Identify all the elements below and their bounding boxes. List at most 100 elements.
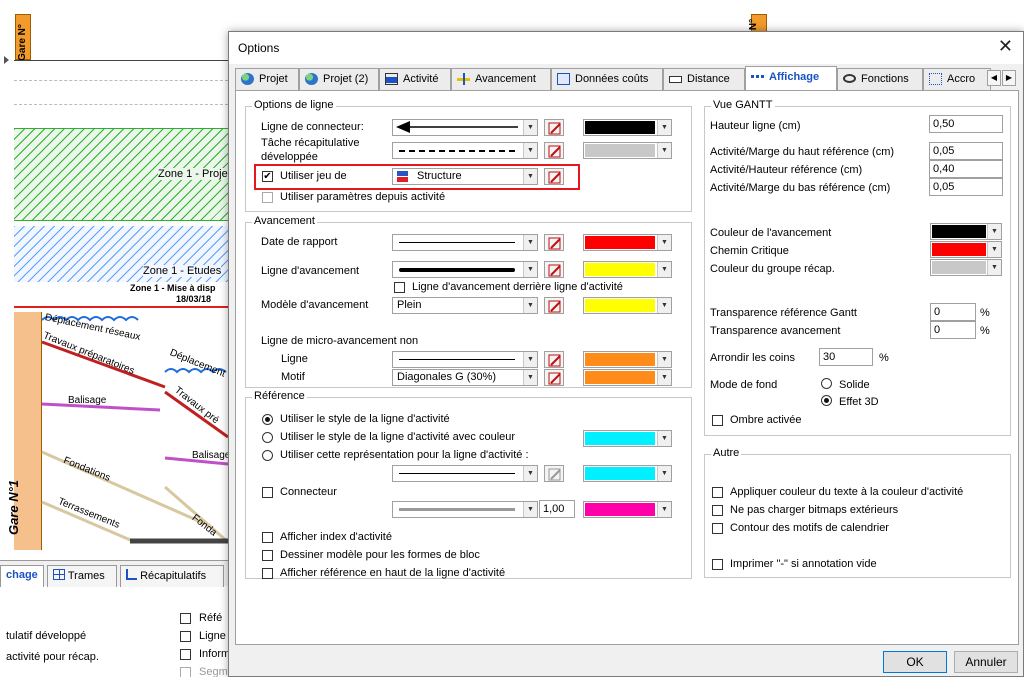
edit-micro-motif-button[interactable] xyxy=(544,369,564,386)
ligne-avancement-dropdown[interactable]: ▼ xyxy=(392,261,538,278)
chevron-down-icon: ▼ xyxy=(523,169,537,184)
edit-icon xyxy=(548,237,561,250)
tab-avancement[interactable]: Avancement xyxy=(451,68,551,91)
label-connecteur: Ligne de connecteur: xyxy=(261,121,364,133)
solide-radio[interactable] xyxy=(821,378,832,389)
derriere-checkbox[interactable] xyxy=(394,282,405,293)
hauteur-ref-input[interactable]: 0,40 xyxy=(929,160,1003,178)
cancel-button[interactable]: Annuler xyxy=(954,651,1018,673)
transp-av-input[interactable]: 0 xyxy=(930,321,976,339)
hierarchy-icon xyxy=(126,569,137,580)
tab-fonctions[interactable]: Fonctions xyxy=(837,68,923,91)
color-swatch xyxy=(585,371,655,384)
edit-reference-button[interactable] xyxy=(544,465,564,482)
edit-micro-ligne-button[interactable] xyxy=(544,351,564,368)
chemin-critique-dropdown[interactable]: ▼ xyxy=(930,241,1002,258)
reference-style-couleur-radio[interactable] xyxy=(262,432,273,443)
edit-modele-button[interactable] xyxy=(544,297,564,314)
edit-icon xyxy=(548,468,561,481)
connecteur-color-dropdown[interactable]: ▼ xyxy=(583,119,672,136)
micro-motif-color-dropdown[interactable]: ▼ xyxy=(583,369,672,386)
index-activite-checkbox[interactable] xyxy=(262,532,273,543)
tache-recap-line-dropdown[interactable]: ▼ xyxy=(392,142,538,159)
tache-recap-color-dropdown[interactable]: ▼ xyxy=(583,142,672,159)
contour-checkbox[interactable] xyxy=(712,523,723,534)
cost-icon xyxy=(557,73,570,85)
tab-projet[interactable]: Projet xyxy=(235,68,299,91)
label-tache-recap: Tâche récapitulative xyxy=(261,137,360,149)
reference-representation-radio[interactable] xyxy=(262,450,273,461)
jeu-dropdown[interactable]: Structure ▼ xyxy=(392,168,538,185)
dessiner-modele-checkbox[interactable] xyxy=(262,550,273,561)
edit-ligne-avancement-button[interactable] xyxy=(544,261,564,278)
edit-jeu-button[interactable] xyxy=(544,168,564,185)
tab-donnees-couts[interactable]: Données coûts xyxy=(551,68,663,91)
reference-couleur-color-dropdown[interactable]: ▼ xyxy=(583,430,672,447)
color-swatch xyxy=(585,299,655,312)
ok-button[interactable]: OK xyxy=(883,651,947,673)
reference-line-color-dropdown[interactable]: ▼ xyxy=(583,465,672,482)
edit-icon xyxy=(548,171,561,184)
micro-ligne-color-dropdown[interactable]: ▼ xyxy=(583,351,672,368)
activity-label: Balisage xyxy=(192,450,231,461)
edit-date-rapport-button[interactable] xyxy=(544,234,564,251)
label-hauteur-ligne: Hauteur ligne (cm) xyxy=(710,120,801,132)
tab-affichage-bg[interactable]: chage xyxy=(0,565,44,587)
connecteur-checkbox[interactable] xyxy=(262,487,273,498)
edit-icon xyxy=(548,264,561,277)
micro-ligne-dropdown[interactable]: ▼ xyxy=(392,351,538,368)
color-swatch xyxy=(932,261,986,274)
effet3d-radio[interactable] xyxy=(821,395,832,406)
eye-icon xyxy=(843,74,856,83)
tab-accro[interactable]: Accro xyxy=(923,68,991,91)
chevron-down-icon: ▼ xyxy=(657,235,671,250)
tab-projet-2[interactable]: Projet (2) xyxy=(299,68,379,91)
ombre-checkbox[interactable] xyxy=(712,415,723,426)
tab-scroll-left-icon[interactable]: ◀ xyxy=(987,70,1001,86)
affichage-pane: Options de ligne Ligne de connecteur: ▼ … xyxy=(235,90,1019,645)
bg-checkbox[interactable] xyxy=(180,613,191,624)
imprimer-checkbox[interactable] xyxy=(712,559,723,570)
reference-haut-checkbox[interactable] xyxy=(262,568,273,579)
appliquer-couleur-checkbox[interactable] xyxy=(712,487,723,498)
hauteur-ligne-input[interactable]: 0,50 xyxy=(929,115,1003,133)
arrondir-input[interactable]: 30 xyxy=(819,348,873,366)
tab-trames[interactable]: Trames xyxy=(47,565,117,587)
reference-line-dropdown[interactable]: ▼ xyxy=(392,465,538,482)
edit-tache-recap-button[interactable] xyxy=(544,142,564,159)
tab-label: Projet xyxy=(259,73,288,85)
close-icon[interactable]: ✕ xyxy=(998,37,1013,55)
tab-scroll-right-icon[interactable]: ▶ xyxy=(1002,70,1016,86)
tab-distance[interactable]: Distance xyxy=(663,68,745,91)
tab-affichage[interactable]: Affichage xyxy=(745,66,837,91)
connecteur-ref-width-input[interactable]: 1,00 xyxy=(539,500,575,518)
reference-style-radio[interactable] xyxy=(262,414,273,425)
connecteur-ref-dropdown[interactable]: ▼ xyxy=(392,501,538,518)
micro-motif-dropdown[interactable]: Diagonales G (30%) ▼ xyxy=(392,369,538,386)
connecteur-ref-color-dropdown[interactable]: ▼ xyxy=(583,501,672,518)
bg-checkbox[interactable] xyxy=(180,649,191,660)
utiliser-jeu-checkbox[interactable]: ✔ xyxy=(262,171,273,182)
bitmaps-checkbox[interactable] xyxy=(712,505,723,516)
transp-ref-input[interactable]: 0 xyxy=(930,303,976,321)
modele-color-dropdown[interactable]: ▼ xyxy=(583,297,672,314)
bg-checkbox[interactable] xyxy=(180,667,191,677)
tab-activite[interactable]: Activité xyxy=(379,68,451,91)
ligne-avancement-color-dropdown[interactable]: ▼ xyxy=(583,261,672,278)
zone1-mise-label: Zone 1 - Mise à disp xyxy=(130,283,216,293)
chevron-down-icon: ▼ xyxy=(987,242,1001,257)
marge-haut-input[interactable]: 0,05 xyxy=(929,142,1003,160)
modele-avancement-dropdown[interactable]: Plein ▼ xyxy=(392,297,538,314)
connecteur-line-dropdown[interactable]: ▼ xyxy=(392,119,538,136)
date-rapport-line-dropdown[interactable]: ▼ xyxy=(392,234,538,251)
bg-checkbox[interactable] xyxy=(180,631,191,642)
date-rapport-color-dropdown[interactable]: ▼ xyxy=(583,234,672,251)
marge-bas-input[interactable]: 0,05 xyxy=(929,178,1003,196)
tab-recapitulatifs[interactable]: Récapitulatifs xyxy=(120,565,224,587)
params-activite-checkbox[interactable] xyxy=(262,192,273,203)
label-micro-motif: Motif xyxy=(281,371,305,383)
edit-connecteur-button[interactable] xyxy=(544,119,564,136)
row-divider xyxy=(14,60,228,61)
couleur-groupe-dropdown[interactable]: ▼ xyxy=(930,259,1002,276)
couleur-avancement-dropdown[interactable]: ▼ xyxy=(930,223,1002,240)
